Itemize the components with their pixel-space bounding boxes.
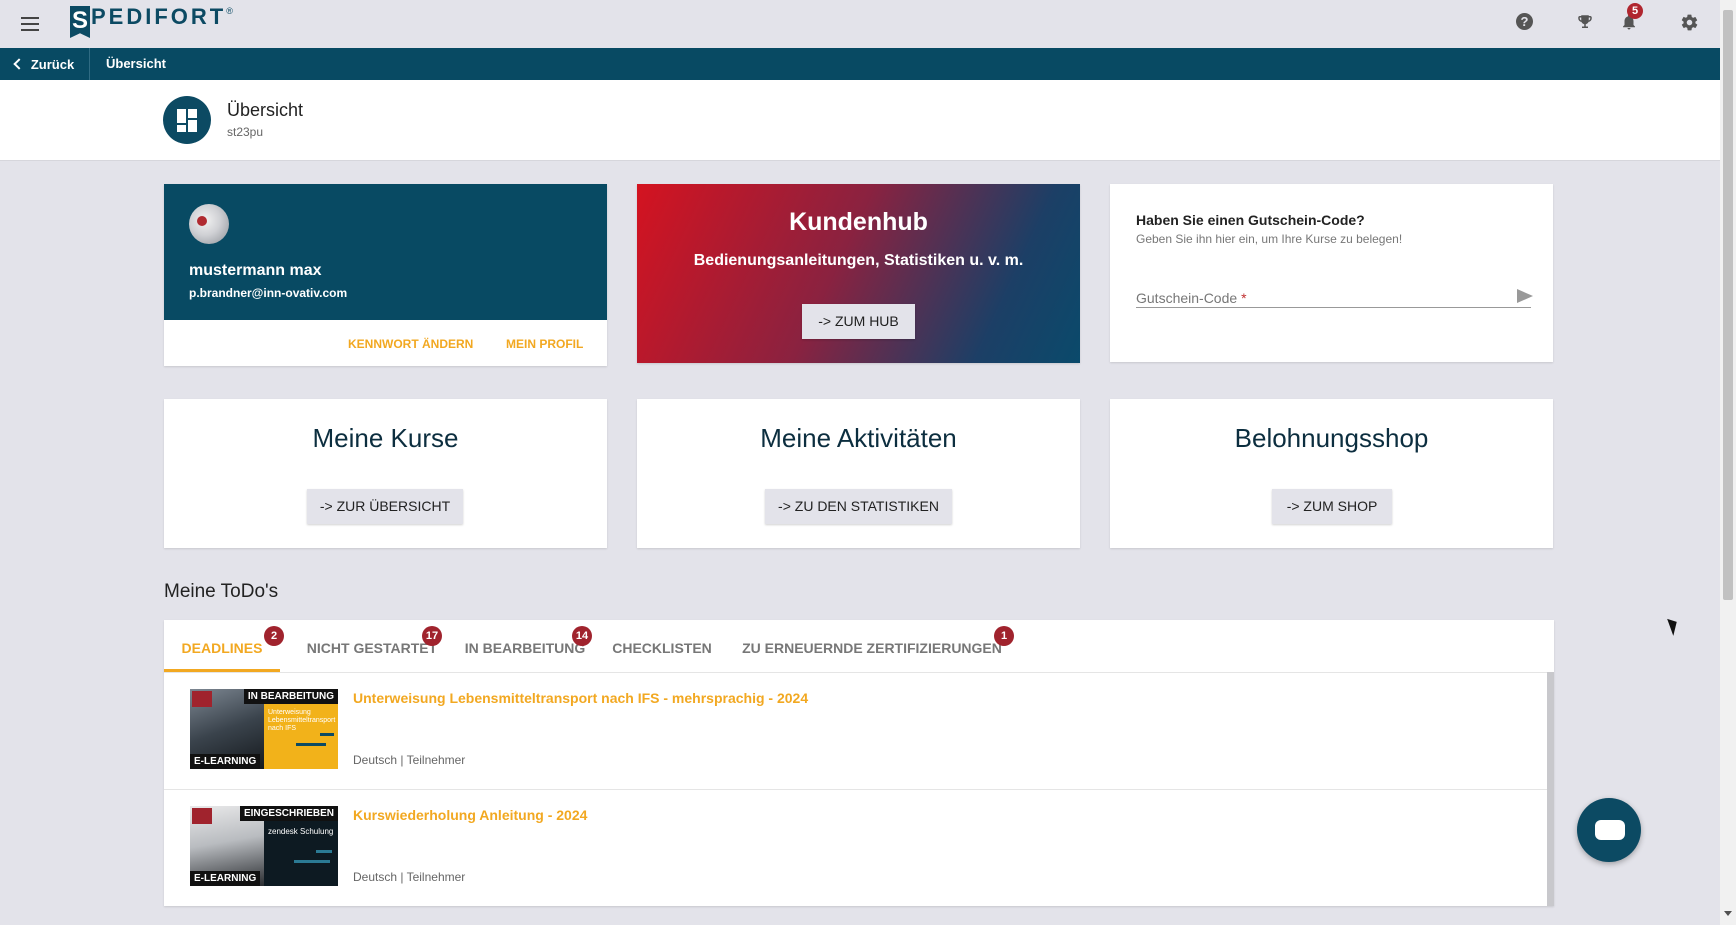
course-thumbnail[interactable]: zendesk Schulung EINGESCHRIEBEN E-LEARNI… [190, 806, 338, 886]
list-item[interactable]: zendesk Schulung EINGESCHRIEBEN E-LEARNI… [164, 790, 1547, 906]
voucher-title: Haben Sie einen Gutschein-Code? [1136, 212, 1365, 228]
logo-mark: S [70, 6, 90, 38]
top-bar: S PEDIFORT ® ? 5 [0, 0, 1720, 48]
voucher-subtitle: Geben Sie ihn hier ein, um Ihre Kurse zu… [1136, 232, 1403, 246]
course-title[interactable]: Kurswiederholung Anleitung - 2024 [353, 807, 587, 823]
tab-badge: 17 [422, 626, 442, 646]
customer-hub-card: Kundenhub Bedienungsanleitungen, Statist… [637, 184, 1080, 363]
my-courses-title: Meine Kurse [312, 423, 459, 453]
profile-banner: mustermann max p.brandner@inn-ovativ.com [164, 184, 607, 320]
notification-count-badge: 5 [1627, 3, 1643, 19]
course-meta: Deutsch | Teilnehmer [353, 753, 466, 767]
todos-heading: Meine ToDo's [164, 581, 279, 602]
page-scrollbar[interactable] [1720, 0, 1736, 925]
nav-bar: Zurück Übersicht [0, 48, 1720, 80]
hub-subtitle: Bedienungsanleitungen, Statistiken u. v.… [693, 252, 1024, 269]
profile-email: p.brandner@inn-ovativ.com [189, 286, 348, 300]
course-meta: Deutsch | Teilnehmer [353, 870, 466, 884]
scroll-down-icon[interactable] [1724, 911, 1732, 916]
bell-icon[interactable]: 5 [1618, 3, 1643, 33]
status-badge: EINGESCHRIEBEN [239, 806, 338, 821]
thumbnail-text: zendesk Schulung [268, 827, 334, 836]
tab-label: NICHT GESTARTET [306, 640, 438, 656]
page-subtitle: st23pu [227, 125, 264, 139]
tab-badge: 14 [572, 626, 592, 646]
tab-deadlines[interactable]: DEADLINES 2 [164, 620, 284, 672]
reward-shop-title: Belohnungsshop [1234, 423, 1429, 453]
logo-registered: ® [226, 6, 233, 16]
list-scrollbar[interactable] [1547, 672, 1554, 906]
page-title: Übersicht [227, 100, 304, 120]
calendar-icon [192, 691, 212, 707]
logo-text: PEDIFORT [91, 4, 227, 29]
avatar [189, 204, 229, 244]
course-thumbnail[interactable]: Unterweisung Lebensmitteltransport nach … [190, 689, 338, 769]
my-activities-card: Meine Aktivitäten -> ZU DEN STATISTIKEN [637, 399, 1080, 548]
tab-label: IN BEARBEITUNG [464, 640, 586, 656]
tab-label: ZU ERNEUERNDE ZERTIFIZIERUNGEN [742, 640, 1002, 656]
gear-icon[interactable] [1678, 11, 1700, 33]
reward-shop-card: Belohnungsshop -> ZUM SHOP [1110, 399, 1553, 548]
tab-certifications[interactable]: ZU ERNEUERNDE ZERTIFIZIERUNGEN 1 [742, 620, 1014, 672]
type-badge: E-LEARNING [190, 871, 261, 886]
type-badge: E-LEARNING [190, 754, 261, 769]
breadcrumb[interactable]: Übersicht [106, 48, 166, 80]
tab-not-started[interactable]: NICHT GESTARTET 17 [300, 620, 444, 672]
help-icon[interactable]: ? [1516, 13, 1533, 30]
my-courses-card: Meine Kurse -> ZUR ÜBERSICHT [164, 399, 607, 548]
tab-in-progress[interactable]: IN BEARBEITUNG 14 [460, 620, 592, 672]
mouse-cursor-icon [1667, 616, 1681, 636]
page-header: Übersicht st23pu [0, 80, 1720, 161]
courses-overview-button[interactable]: -> ZUR ÜBERSICHT [307, 489, 463, 524]
tab-checklists[interactable]: CHECKLISTEN [610, 620, 714, 672]
dashboard-icon [163, 96, 211, 144]
todos-card: DEADLINES 2 NICHT GESTARTET 17 IN BEARBE… [164, 620, 1554, 906]
change-password-link[interactable]: KENNWORT ÄNDERN [348, 337, 473, 351]
course-title[interactable]: Unterweisung Lebensmitteltransport nach … [353, 690, 808, 706]
scrollbar-thumb[interactable] [1723, 10, 1733, 600]
voucher-card: Haben Sie einen Gutschein-Code? Geben Si… [1110, 184, 1553, 362]
tab-label: CHECKLISTEN [612, 640, 712, 656]
to-hub-button[interactable]: -> ZUM HUB [802, 304, 915, 339]
my-activities-title: Meine Aktivitäten [760, 423, 957, 453]
chevron-left-icon [13, 58, 25, 70]
chat-button[interactable] [1577, 798, 1641, 862]
tab-badge: 1 [994, 626, 1014, 646]
tab-badge: 2 [264, 626, 284, 646]
hub-title: Kundenhub [789, 208, 928, 236]
profile-name: mustermann max [189, 262, 322, 279]
status-badge: IN BEARBEITUNG [243, 689, 338, 704]
calendar-icon [192, 808, 212, 824]
chat-icon [1595, 820, 1625, 840]
to-shop-button[interactable]: -> ZUM SHOP [1272, 489, 1392, 524]
list-item[interactable]: Unterweisung Lebensmitteltransport nach … [164, 673, 1547, 790]
send-icon[interactable] [1517, 289, 1533, 303]
menu-icon[interactable] [18, 13, 42, 35]
profile-card: mustermann max p.brandner@inn-ovativ.com… [164, 184, 607, 366]
todo-tabs: DEADLINES 2 NICHT GESTARTET 17 IN BEARBE… [164, 620, 1554, 673]
statistics-button[interactable]: -> ZU DEN STATISTIKEN [765, 489, 952, 524]
my-profile-link[interactable]: MEIN PROFIL [506, 337, 583, 351]
voucher-code-input[interactable] [1136, 279, 1531, 308]
back-label: Zurück [30, 56, 75, 72]
tab-label: DEADLINES [181, 640, 263, 656]
trophy-icon[interactable] [1574, 11, 1596, 33]
logo[interactable]: S PEDIFORT ® [70, 4, 233, 40]
thumbnail-text: Unterweisung Lebensmitteltransport nach … [268, 709, 336, 732]
back-button[interactable]: Zurück [0, 48, 90, 80]
